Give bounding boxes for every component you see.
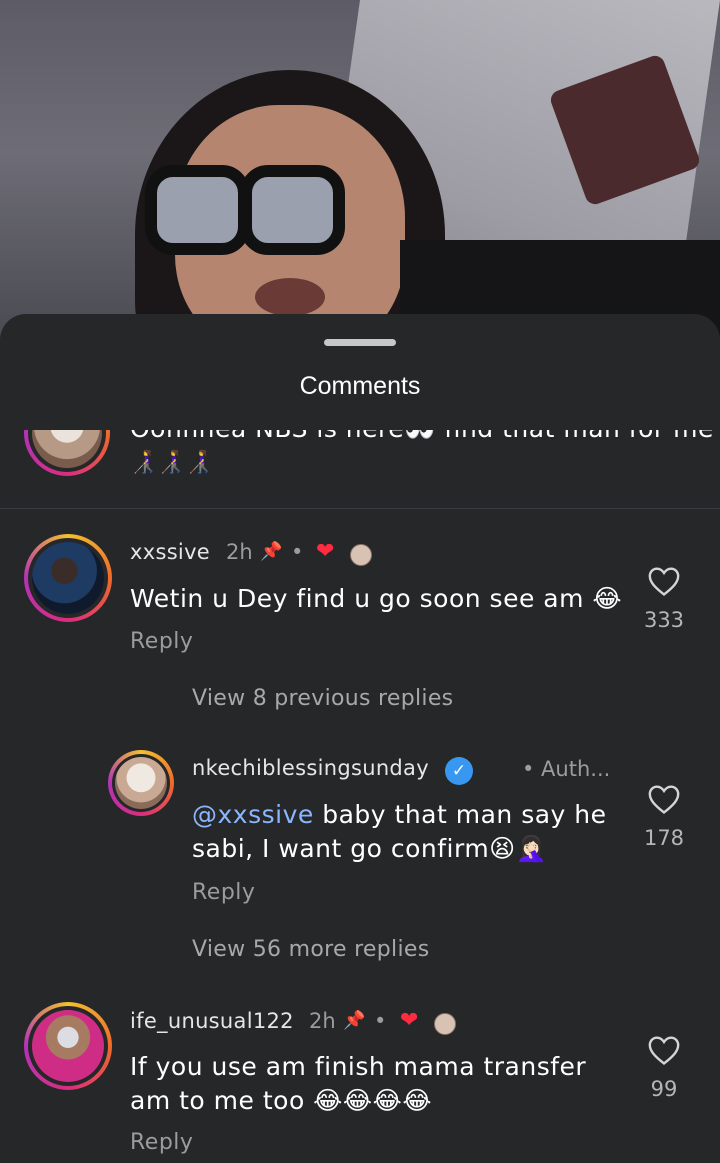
verified-badge-icon: ✓ (445, 757, 473, 785)
avatar[interactable] (24, 430, 110, 476)
creator-heart-icon: ❤ (400, 1008, 419, 1033)
pin-icon: 📌 (343, 1010, 366, 1031)
comments-list[interactable]: Oohhhea NBS is here👀 find that man for m… (0, 430, 720, 1163)
comment-username[interactable]: nkechiblessingsunday (192, 756, 429, 780)
photo-lips (255, 278, 325, 316)
avatar[interactable] (108, 750, 174, 816)
reply-button[interactable]: Reply (130, 1130, 193, 1155)
photo-glasses-right (240, 165, 345, 255)
comment-text: Oohhhea NBS is here👀 find that man for m… (130, 430, 713, 446)
avatar[interactable] (24, 1002, 112, 1090)
creator-heart-icon: ❤ (316, 539, 335, 564)
comment-text: @xxssive baby that man say he sabi, I wa… (192, 798, 612, 866)
sheet-drag-handle[interactable] (324, 339, 396, 346)
reply-button[interactable]: Reply (192, 880, 255, 905)
post-photo (0, 0, 720, 340)
comment-username[interactable]: xxssive (130, 540, 210, 564)
comment-username[interactable]: ife_unusual122 (130, 1009, 294, 1033)
reply-button[interactable]: Reply (130, 629, 193, 654)
like-count: 333 (643, 608, 685, 632)
comment-emoji-line: 👩‍🦯👩‍🦯👩‍🦯 (130, 450, 214, 475)
view-previous-replies-button[interactable]: View 8 previous replies (192, 686, 453, 711)
view-more-replies-button[interactable]: View 56 more replies (192, 937, 429, 962)
photo-glasses-left (145, 165, 250, 255)
pin-icon: 📌 (260, 541, 283, 562)
comment-text: If you use am finish mama transfer am to… (130, 1052, 587, 1115)
heart-outline-icon[interactable] (647, 1034, 681, 1066)
like-count: 178 (643, 826, 685, 850)
meta-dot: • (374, 1009, 387, 1033)
creator-avatar-mini (350, 544, 372, 566)
creator-avatar-mini (434, 1013, 456, 1035)
avatar[interactable] (24, 534, 112, 622)
author-tag: • Auth... (522, 757, 611, 781)
comments-sheet: Comments Oohhhea NBS is here👀 find that … (0, 314, 720, 1163)
meta-dot: • (291, 540, 304, 564)
sheet-title: Comments (299, 372, 421, 400)
mention-link[interactable]: @xxssive (192, 800, 314, 829)
comment-text: Wetin u Dey find u go soon see am 😂 (130, 584, 623, 613)
divider (0, 508, 720, 509)
heart-outline-icon[interactable] (647, 565, 681, 597)
comment-time: 2h (309, 1009, 336, 1033)
like-count: 99 (650, 1077, 678, 1101)
heart-outline-icon[interactable] (647, 783, 681, 815)
comment-time: 2h (226, 540, 253, 564)
